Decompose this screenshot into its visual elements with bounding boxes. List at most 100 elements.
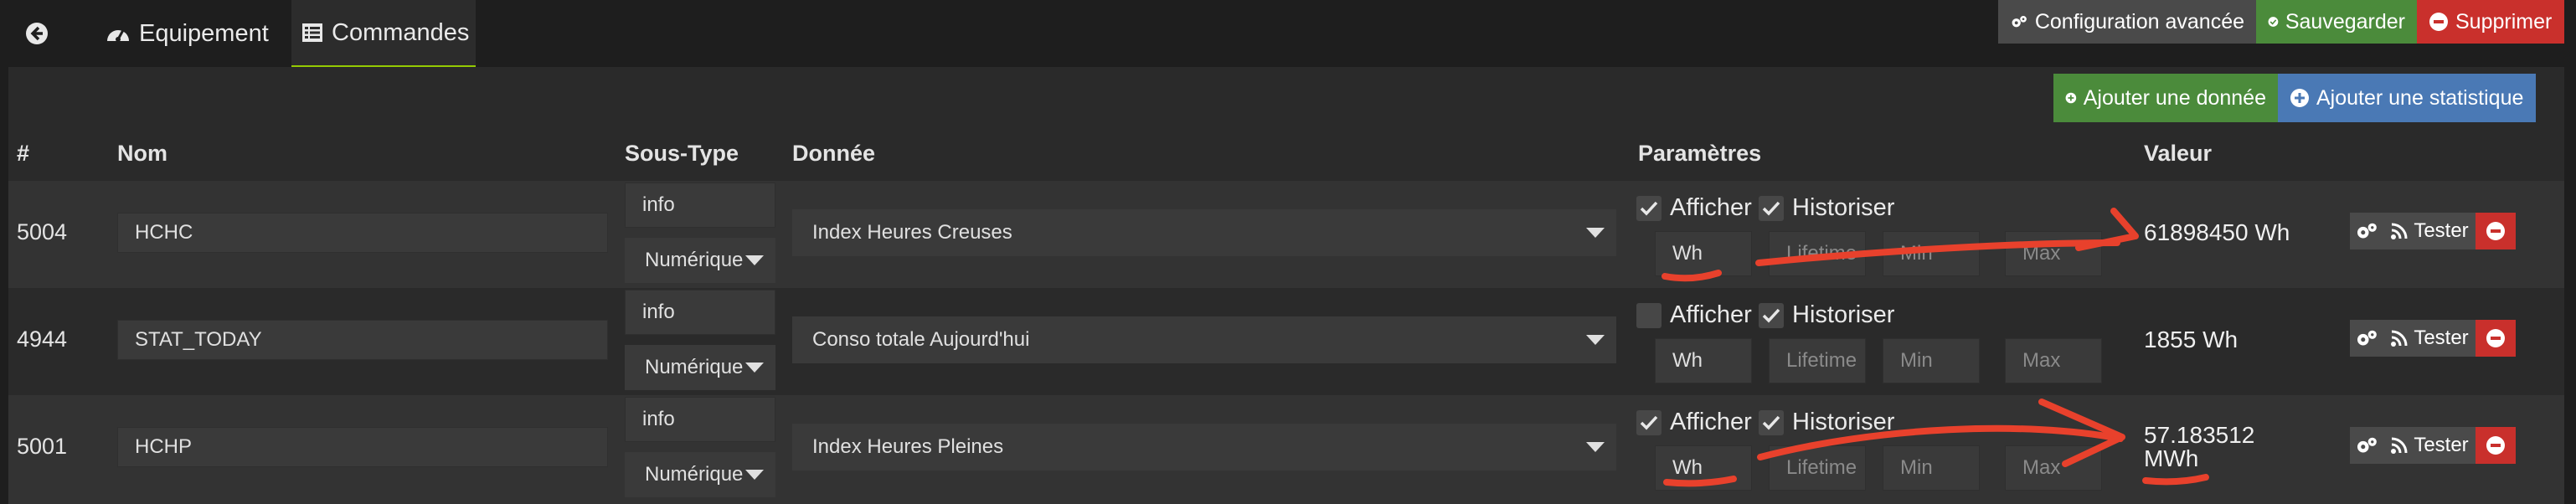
lifetime-input[interactable] [1769, 445, 1866, 491]
unit-input[interactable] [1655, 231, 1752, 276]
command-config-button[interactable] [2350, 213, 2383, 249]
command-delete-button[interactable] [2476, 320, 2516, 357]
save-button[interactable]: Sauvegarder [2256, 0, 2417, 44]
row-actions: Tester [2350, 427, 2516, 464]
min-input[interactable] [1883, 445, 1980, 491]
afficher-label: Afficher [1670, 301, 1752, 328]
command-id: 5001 [17, 434, 68, 459]
caret-down-icon [1586, 442, 1605, 452]
lifetime-input[interactable] [1769, 338, 1866, 383]
lifetime-input[interactable] [1769, 231, 1866, 276]
tab-equipement-label: Equipement [139, 19, 269, 47]
add-statistic-label: Ajouter une statistique [2316, 85, 2524, 110]
check-icon [1640, 415, 1658, 430]
row-actions: Tester [2350, 320, 2516, 357]
command-subtype-select[interactable]: Numérique [625, 345, 775, 390]
cogs-icon [2357, 223, 2377, 239]
min-input[interactable] [1883, 231, 1980, 276]
tester-button[interactable]: Tester [2383, 213, 2476, 249]
historiser-label: Historiser [1792, 194, 1895, 221]
cogs-icon [2357, 437, 2377, 453]
unit-input[interactable] [1655, 445, 1752, 491]
historiser-checkbox[interactable] [1759, 410, 1784, 435]
tab-commandes-label: Commandes [332, 18, 470, 46]
command-subtype-value: Numérique [645, 463, 744, 486]
command-data-select[interactable]: Conso totale Aujourd'hui [792, 316, 1616, 363]
column-header-name: Nom [117, 141, 167, 166]
max-input[interactable] [2005, 445, 2102, 491]
command-value-line2: MWh [2144, 445, 2199, 471]
add-statistic-button[interactable]: Ajouter une statistique [2278, 74, 2536, 122]
afficher-checkbox[interactable] [1636, 303, 1662, 328]
arrow-circle-left-icon [26, 23, 48, 44]
afficher-label: Afficher [1670, 409, 1752, 435]
historiser-label: Historiser [1792, 409, 1895, 435]
caret-down-icon [745, 255, 764, 265]
minus-circle-icon [2429, 13, 2448, 31]
command-data-select[interactable]: Index Heures Creuses [792, 209, 1616, 256]
advanced-config-label: Configuration avancée [2034, 9, 2244, 33]
command-type-input[interactable] [625, 397, 775, 442]
tester-label: Tester [2414, 327, 2469, 349]
command-subtype-select[interactable]: Numérique [625, 452, 775, 497]
command-subtype-value: Numérique [645, 249, 744, 271]
tester-button[interactable]: Tester [2383, 427, 2476, 464]
cogs-icon [2357, 330, 2377, 346]
command-data-value: Index Heures Pleines [812, 435, 1004, 458]
rss-icon [2391, 330, 2408, 347]
check-circle-icon [2268, 17, 2279, 27]
afficher-checkbox[interactable] [1636, 196, 1662, 221]
caret-down-icon [745, 470, 764, 480]
app: Equipement Commandes Configuration avanc… [0, 0, 2576, 504]
tab-commandes[interactable]: Commandes [291, 0, 476, 67]
row-actions: Tester [2350, 213, 2516, 249]
minus-circle-icon [2486, 222, 2505, 240]
command-data-select[interactable]: Index Heures Pleines [792, 424, 1616, 471]
delete-equipment-button[interactable]: Supprimer [2417, 0, 2564, 44]
command-type-input[interactable] [625, 183, 775, 228]
afficher-checkbox[interactable] [1636, 410, 1662, 435]
min-input[interactable] [1883, 338, 1980, 383]
column-header-value: Valeur [2144, 141, 2213, 166]
historiser-checkbox[interactable] [1759, 303, 1784, 328]
caret-down-icon [1586, 335, 1605, 345]
rss-icon [2391, 437, 2408, 454]
check-icon [1762, 415, 1780, 430]
max-input[interactable] [2005, 231, 2102, 276]
tabs-bar: Equipement Commandes Configuration avanc… [0, 0, 2576, 67]
plus-circle-icon [2290, 89, 2309, 107]
save-label: Sauvegarder [2285, 9, 2405, 33]
plus-circle-icon [2065, 92, 2077, 104]
historiser-checkbox[interactable] [1759, 196, 1784, 221]
add-data-button[interactable]: Ajouter une donnée [2053, 74, 2278, 122]
command-name-input[interactable] [117, 213, 608, 253]
tester-label: Tester [2414, 219, 2469, 242]
unit-input[interactable] [1655, 338, 1752, 383]
cogs-icon [2012, 15, 2027, 28]
column-header-id: # [17, 141, 30, 166]
tab-equipement[interactable]: Equipement [106, 0, 269, 67]
command-value: 1855 Wh [2144, 327, 2239, 352]
advanced-config-button[interactable]: Configuration avancée [1998, 0, 2256, 44]
command-name-input[interactable] [117, 320, 608, 360]
tester-label: Tester [2414, 434, 2469, 456]
list-alt-icon [301, 23, 323, 43]
max-input[interactable] [2005, 338, 2102, 383]
command-data-value: Index Heures Creuses [812, 221, 1012, 244]
caret-down-icon [745, 363, 764, 373]
command-delete-button[interactable] [2476, 427, 2516, 464]
minus-circle-icon [2486, 329, 2505, 347]
command-id: 5004 [17, 219, 68, 244]
command-subtype-select[interactable]: Numérique [625, 238, 775, 283]
command-type-input[interactable] [625, 290, 775, 335]
command-config-button[interactable] [2350, 427, 2383, 464]
command-config-button[interactable] [2350, 320, 2383, 357]
command-name-input[interactable] [117, 427, 608, 467]
column-header-params: Paramètres [1638, 141, 1762, 166]
back-button[interactable] [25, 0, 65, 67]
afficher-label: Afficher [1670, 194, 1752, 221]
caret-down-icon [1586, 228, 1605, 238]
command-delete-button[interactable] [2476, 213, 2516, 249]
tester-button[interactable]: Tester [2383, 320, 2476, 357]
command-data-value: Conso totale Aujourd'hui [812, 328, 1030, 351]
